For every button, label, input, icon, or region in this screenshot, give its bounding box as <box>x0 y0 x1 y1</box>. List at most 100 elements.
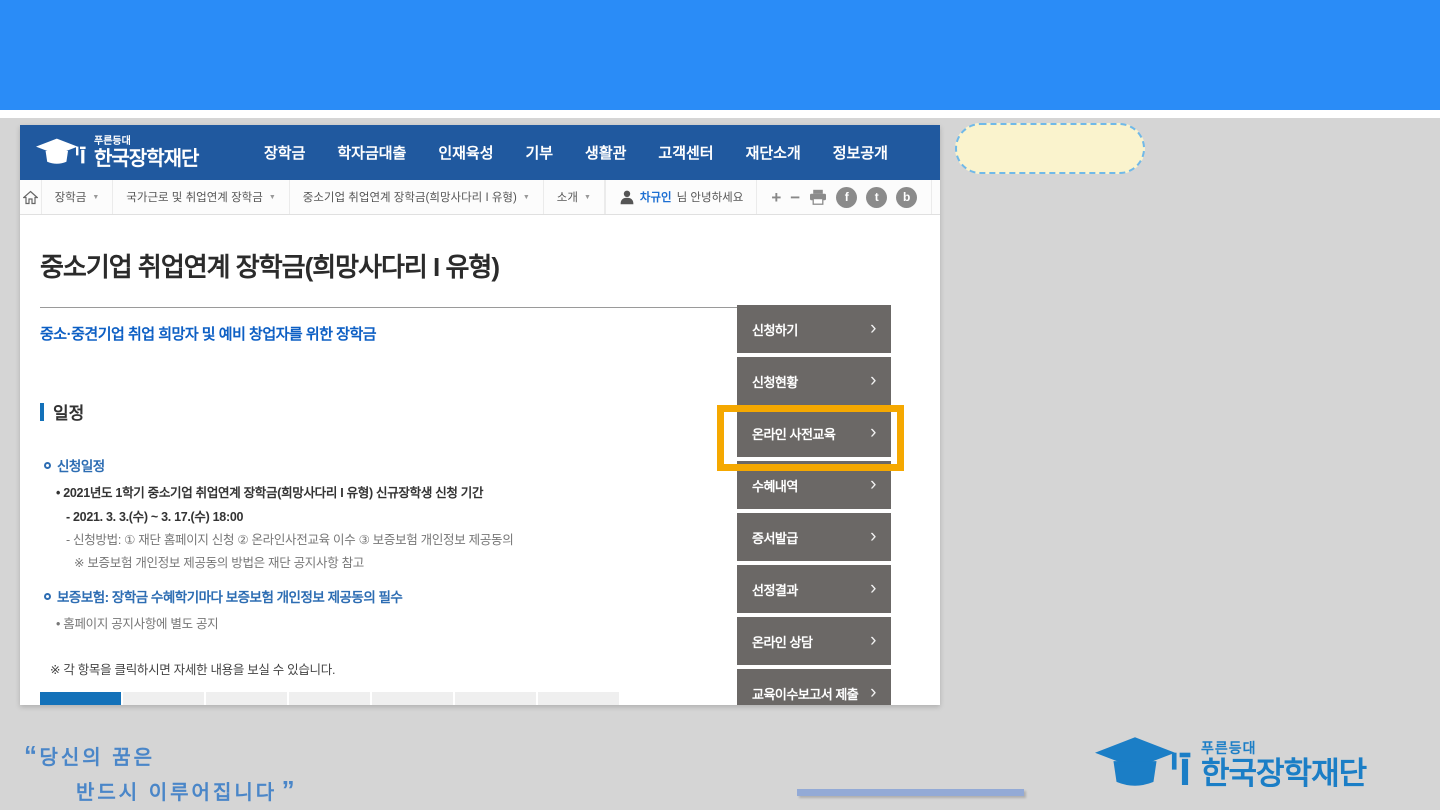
logo-brand-small: 푸른등대 <box>94 137 198 147</box>
chevron-right-icon: › <box>870 526 876 548</box>
logo-brand-large: 한국장학재단 <box>94 149 198 169</box>
user-name[interactable]: 차규인 <box>640 189 672 205</box>
footer-brand-large: 한국장학재단 <box>1201 758 1366 789</box>
nav-talent[interactable]: 인재육성 <box>438 142 493 163</box>
title-divider <box>40 307 740 308</box>
sidebar-education-report-button[interactable]: 교육이수보고서 제출 › <box>737 669 891 705</box>
sidebar-label: 선정결과 <box>752 580 798 599</box>
zoom-in-button[interactable]: + <box>771 189 781 206</box>
breadcrumb-work-study[interactable]: 국가근로 및 취업연계 장학금 ▼ <box>113 180 289 214</box>
apply-dates-line: - 2021. 3. 3.(수) ~ 3. 17.(수) 18:00 <box>66 506 243 525</box>
bottom-tab-bar <box>40 692 619 705</box>
sidebar-online-counsel-button[interactable]: 온라인 상담 › <box>737 617 891 665</box>
nav-donation[interactable]: 기부 <box>525 142 553 163</box>
breadcrumb-label: 국가근로 및 취업연계 장학금 <box>126 189 263 205</box>
section-heading: 일정 <box>53 399 84 424</box>
sidebar-label: 신청하기 <box>752 320 798 339</box>
insurance-label: 보증보험: 장학금 수혜학기마다 보증보험 개인정보 제공동의 필수 <box>57 586 402 606</box>
insurance-line: • 홈페이지 공지사항에 별도 공지 <box>56 613 218 632</box>
banner-divider <box>0 110 1440 118</box>
nav-dormitory[interactable]: 생활관 <box>585 142 626 163</box>
insurance-heading: 보증보험: 장학금 수혜학기마다 보증보험 개인정보 제공동의 필수 <box>44 586 402 606</box>
sidebar-label: 수혜내역 <box>752 476 798 495</box>
sidebar-label: 신청현황 <box>752 372 798 391</box>
click-note: ※ 각 항목을 클릭하시면 자세한 내용을 보실 수 있습니다. <box>50 659 335 678</box>
nav-about[interactable]: 재단소개 <box>746 142 801 163</box>
site-logo[interactable]: 푸른등대 한국장학재단 <box>20 136 238 170</box>
slide-top-banner <box>0 0 1440 110</box>
footer-accent-bar <box>797 789 1024 796</box>
chevron-right-icon: › <box>870 682 876 704</box>
toolbar: + − f t b <box>757 180 932 214</box>
sidebar-selection-result-button[interactable]: 선정결과 › <box>737 565 891 613</box>
sidebar-apply-button[interactable]: 신청하기 › <box>737 305 891 353</box>
apply-schedule-heading: 신청일정 <box>44 455 105 475</box>
chevron-right-icon: › <box>870 422 876 444</box>
open-quote-icon: “ <box>24 740 35 770</box>
tagline-line2: 반드시 이루어집니다 <box>76 782 277 804</box>
site-header: 푸른등대 한국장학재단 장학금 학자금대출 인재육성 기부 생활관 고객센터 재… <box>20 125 940 180</box>
home-icon <box>23 190 38 205</box>
tab[interactable] <box>289 692 370 705</box>
sidebar-certificate-button[interactable]: 증서발급 › <box>737 513 891 561</box>
breadcrumb-sme-scholarship[interactable]: 중소기업 취업연계 장학금(희망사다리 I 유형) ▼ <box>290 180 544 214</box>
facebook-icon[interactable]: f <box>836 187 857 208</box>
quick-menu-sidebar: 신청하기 › 신청현황 › 온라인 사전교육 › 수혜내역 › 증서발급 › 선… <box>737 305 891 705</box>
user-icon <box>619 189 635 205</box>
chevron-right-icon: › <box>870 474 876 496</box>
close-quote-icon: ” <box>282 775 293 805</box>
callout-highlight-pill <box>955 123 1145 174</box>
twitter-icon[interactable]: t <box>866 187 887 208</box>
zoom-out-button[interactable]: − <box>790 189 800 206</box>
print-icon[interactable] <box>809 189 827 205</box>
chevron-right-icon: › <box>870 630 876 652</box>
sidebar-label: 온라인 사전교육 <box>752 424 835 443</box>
page-title: 중소기업 취업연계 장학금(희망사다리 I 유형) <box>40 247 499 284</box>
nav-student-loan[interactable]: 학자금대출 <box>337 142 406 163</box>
nav-customer-center[interactable]: 고객센터 <box>658 142 713 163</box>
breadcrumb-label: 중소기업 취업연계 장학금(희망사다리 I 유형) <box>303 189 517 205</box>
chevron-down-icon: ▼ <box>584 194 591 201</box>
graduation-cap-icon <box>1095 733 1195 797</box>
apply-period-line: • 2021년도 1학기 중소기업 취업연계 장학금(희망사다리 I 유형) 신… <box>56 482 483 501</box>
section-schedule: 일정 <box>40 399 84 424</box>
tab[interactable] <box>123 692 204 705</box>
breadcrumb-label: 소개 <box>557 189 578 205</box>
chevron-down-icon: ▼ <box>523 194 530 201</box>
page-subtitle: 중소·중견기업 취업 희망자 및 예비 창업자를 위한 장학금 <box>40 323 376 344</box>
chevron-right-icon: › <box>870 578 876 600</box>
greeting-text: 님 안녕하세요 <box>677 189 744 205</box>
chevron-right-icon: › <box>870 318 876 340</box>
tab[interactable] <box>538 692 619 705</box>
breadcrumb-label: 장학금 <box>55 189 87 205</box>
sidebar-benefit-history-button[interactable]: 수혜내역 › <box>737 461 891 509</box>
apply-method-line: - 신청방법: ① 재단 홈페이지 신청 ② 온라인사전교육 이수 ③ 보증보험… <box>66 529 513 548</box>
graduation-cap-icon <box>36 136 88 170</box>
sidebar-apply-status-button[interactable]: 신청현황 › <box>737 357 891 405</box>
website-screenshot: 푸른등대 한국장학재단 장학금 학자금대출 인재육성 기부 생활관 고객센터 재… <box>20 125 940 705</box>
sidebar-label: 증서발급 <box>752 528 798 547</box>
main-nav: 장학금 학자금대출 인재육성 기부 생활관 고객센터 재단소개 정보공개 <box>238 142 940 163</box>
nav-scholarship[interactable]: 장학금 <box>264 142 305 163</box>
tab-active[interactable] <box>40 692 121 705</box>
tab[interactable] <box>206 692 287 705</box>
user-greeting: 차규인 님 안녕하세요 <box>606 180 757 214</box>
tagline-line1: 당신의 꿈은 <box>39 747 155 769</box>
tab[interactable] <box>372 692 453 705</box>
breadcrumb-end <box>932 180 940 214</box>
breadcrumb-intro[interactable]: 소개 ▼ <box>544 180 605 214</box>
breadcrumb: 장학금 ▼ 국가근로 및 취업연계 장학금 ▼ 중소기업 취업연계 장학금(희망… <box>20 180 940 215</box>
sidebar-label: 온라인 상담 <box>752 632 812 651</box>
footer-logo: 푸른등대 한국장학재단 <box>1095 733 1366 797</box>
tab[interactable] <box>455 692 536 705</box>
slide-tagline: “ 당신의 꿈은 반드시 이루어집니다 ” <box>24 740 293 806</box>
chevron-down-icon: ▼ <box>92 194 99 201</box>
ring-icon <box>44 593 51 600</box>
apply-ref-line: ※ 보증보험 개인정보 제공동의 방법은 재단 공지사항 참고 <box>74 552 364 571</box>
blog-icon[interactable]: b <box>896 187 917 208</box>
breadcrumb-scholarship[interactable]: 장학금 ▼ <box>42 180 114 214</box>
home-button[interactable] <box>20 180 42 214</box>
apply-schedule-label: 신청일정 <box>57 455 105 475</box>
nav-disclosure[interactable]: 정보공개 <box>833 142 888 163</box>
sidebar-online-education-button[interactable]: 온라인 사전교육 › <box>737 409 891 457</box>
